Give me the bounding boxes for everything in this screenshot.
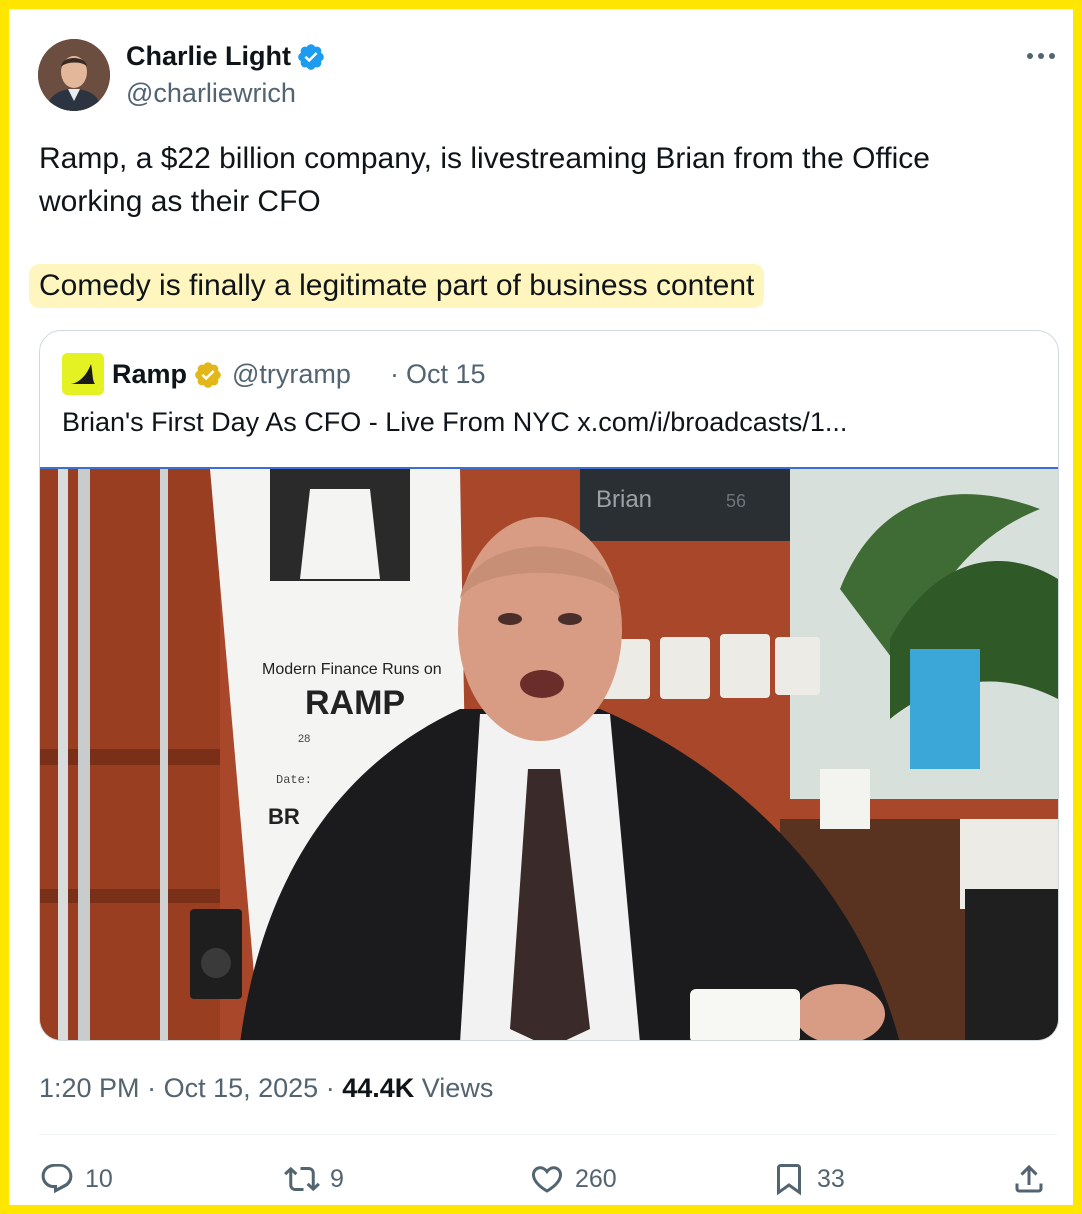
quoted-separator: ·: [390, 359, 399, 389]
views-count: 44.4K: [342, 1073, 415, 1103]
divider: [39, 1134, 1057, 1135]
repost-button[interactable]: 9: [284, 1159, 344, 1199]
verified-gold-badge-icon: [195, 362, 221, 388]
like-icon: [531, 1166, 563, 1193]
screen-num: 56: [726, 491, 746, 511]
quoted-author-name[interactable]: Ramp: [112, 358, 187, 390]
poster-text: Modern Finance Runs on: [262, 661, 442, 678]
like-button[interactable]: 260: [529, 1159, 617, 1199]
verified-badge-icon: [298, 44, 324, 70]
poster-brand: RAMP: [305, 684, 405, 722]
avatar[interactable]: [38, 39, 110, 111]
quoted-date[interactable]: Oct 15: [406, 358, 486, 390]
tweet-card: Charlie Light @charliewrich Ramp, a $22 …: [0, 0, 1082, 1214]
bookmark-button[interactable]: 33: [771, 1159, 845, 1199]
screen-label: Brian: [596, 486, 652, 513]
poster-bottom: BR: [268, 804, 300, 829]
share-button[interactable]: [1011, 1159, 1057, 1199]
bookmark-icon: [777, 1164, 801, 1196]
share-icon: [1015, 1164, 1043, 1193]
quoted-tweet[interactable]: Ramp @tryramp · Oct 15 Brian's First Day…: [39, 330, 1059, 1041]
author-name[interactable]: Charlie Light: [126, 39, 291, 73]
tweet-timestamp[interactable]: 1:20 PM · Oct 15, 2025 · 44.4K Views: [39, 1071, 493, 1105]
tweet-text: Ramp, a $22 billion company, is livestre…: [39, 137, 1039, 223]
repost-count: 9: [330, 1164, 344, 1193]
reply-icon: [41, 1164, 73, 1194]
tweet-date[interactable]: Oct 15, 2025: [164, 1073, 319, 1103]
more-icon[interactable]: [1023, 45, 1059, 67]
reply-button[interactable]: 10: [39, 1159, 113, 1199]
tweet-time[interactable]: 1:20 PM: [39, 1073, 140, 1103]
poster-date-label: Date:: [276, 773, 312, 787]
reply-count: 10: [85, 1164, 113, 1193]
quoted-text: Brian's First Day As CFO - Live From NYC…: [62, 407, 848, 437]
ramp-logo-icon: [62, 353, 104, 395]
tweet-line-2: working as their CFO: [39, 185, 321, 218]
author-handle[interactable]: @charliewrich: [126, 76, 296, 110]
tweet-line-1: Ramp, a $22 billion company, is livestre…: [39, 142, 930, 175]
bookmark-count: 33: [817, 1164, 845, 1193]
views-label: Views: [421, 1073, 494, 1103]
highlighted-text: Comedy is finally a legitimate part of b…: [29, 264, 765, 308]
repost-icon: [284, 1166, 320, 1192]
video-thumbnail[interactable]: Modern Finance Runs on RAMP 28 Date: BR …: [40, 467, 1058, 1040]
poster-num: 28: [298, 733, 310, 745]
like-count: 260: [575, 1164, 617, 1193]
quoted-author-handle[interactable]: @tryramp: [232, 358, 351, 390]
